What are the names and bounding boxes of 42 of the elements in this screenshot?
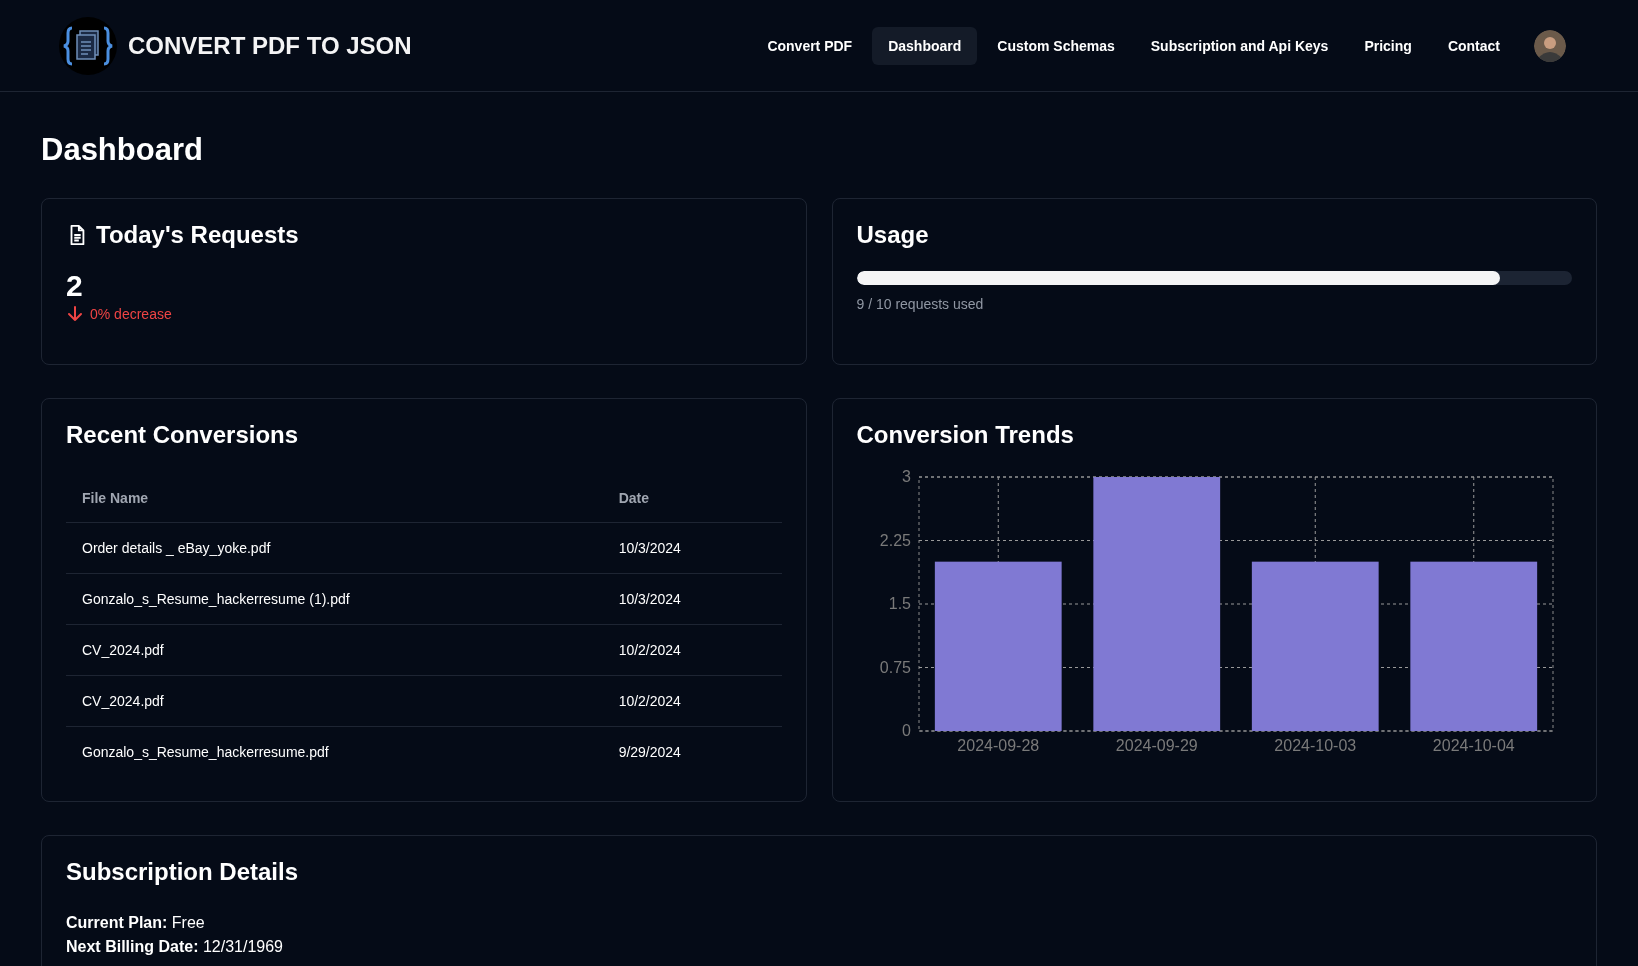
- subscription-detail: Current Plan: Free: [66, 913, 206, 933]
- x-tick-label: 2024-09-28: [956, 737, 1039, 754]
- y-tick-label: 2.25: [879, 531, 911, 549]
- card-title: Conversion Trends: [856, 421, 1075, 449]
- nav-link[interactable]: Dashboard: [872, 26, 978, 65]
- column-header: File Name: [66, 474, 603, 523]
- change-text: 0% decrease: [90, 306, 172, 322]
- y-tick-label: 1.5: [888, 595, 911, 612]
- subscription-detail: Next Billing Date: 12/31/1969: [66, 937, 284, 957]
- y-tick-label: 3: [901, 469, 911, 485]
- y-tick-label: 0.75: [879, 658, 911, 676]
- nav-link[interactable]: Convert PDF: [751, 26, 869, 65]
- request-count: 2: [66, 269, 84, 303]
- table-cell: 10/3/2024: [602, 522, 782, 574]
- card-title: Recent Conversions: [66, 421, 300, 449]
- card-title: Usage: [856, 221, 930, 249]
- table-cell: Order details _ eBay_yoke.pdf: [66, 522, 603, 574]
- nav-link[interactable]: Contact: [1431, 26, 1516, 65]
- table-cell: 9/29/2024: [602, 726, 782, 777]
- nav-link[interactable]: Subscription and Api Keys: [1134, 26, 1345, 65]
- table-cell: Gonzalo_s_Resume_hackerresume (1).pdf: [66, 573, 603, 625]
- avatar-icon[interactable]: [1534, 29, 1566, 62]
- card-title: Subscription Details: [66, 858, 300, 886]
- nav-link[interactable]: Pricing: [1348, 26, 1428, 65]
- table-cell: CV_2024.pdf: [66, 675, 603, 727]
- nav-link[interactable]: Custom Schemas: [981, 26, 1131, 65]
- table-cell: 10/2/2024: [602, 675, 782, 727]
- table-cell: 10/2/2024: [602, 624, 782, 676]
- card-title: Today's Requests: [96, 221, 299, 249]
- x-tick-label: 2024-09-29: [1115, 737, 1198, 754]
- column-header: Date: [602, 474, 782, 523]
- brand-name[interactable]: CONVERT PDF TO JSON: [128, 31, 412, 60]
- table-cell: 10/3/2024: [602, 573, 782, 625]
- usage-caption: 9 / 10 requests used: [856, 296, 985, 312]
- page-title: Dashboard: [41, 132, 204, 168]
- table-cell: CV_2024.pdf: [66, 624, 603, 676]
- logo-icon: [58, 15, 118, 76]
- table-cell: Gonzalo_s_Resume_hackerresume.pdf: [66, 726, 603, 777]
- y-tick-label: 0: [901, 722, 911, 739]
- x-tick-label: 2024-10-04: [1432, 737, 1515, 754]
- x-tick-label: 2024-10-03: [1273, 737, 1356, 754]
- down-arrow-icon: [66, 305, 84, 323]
